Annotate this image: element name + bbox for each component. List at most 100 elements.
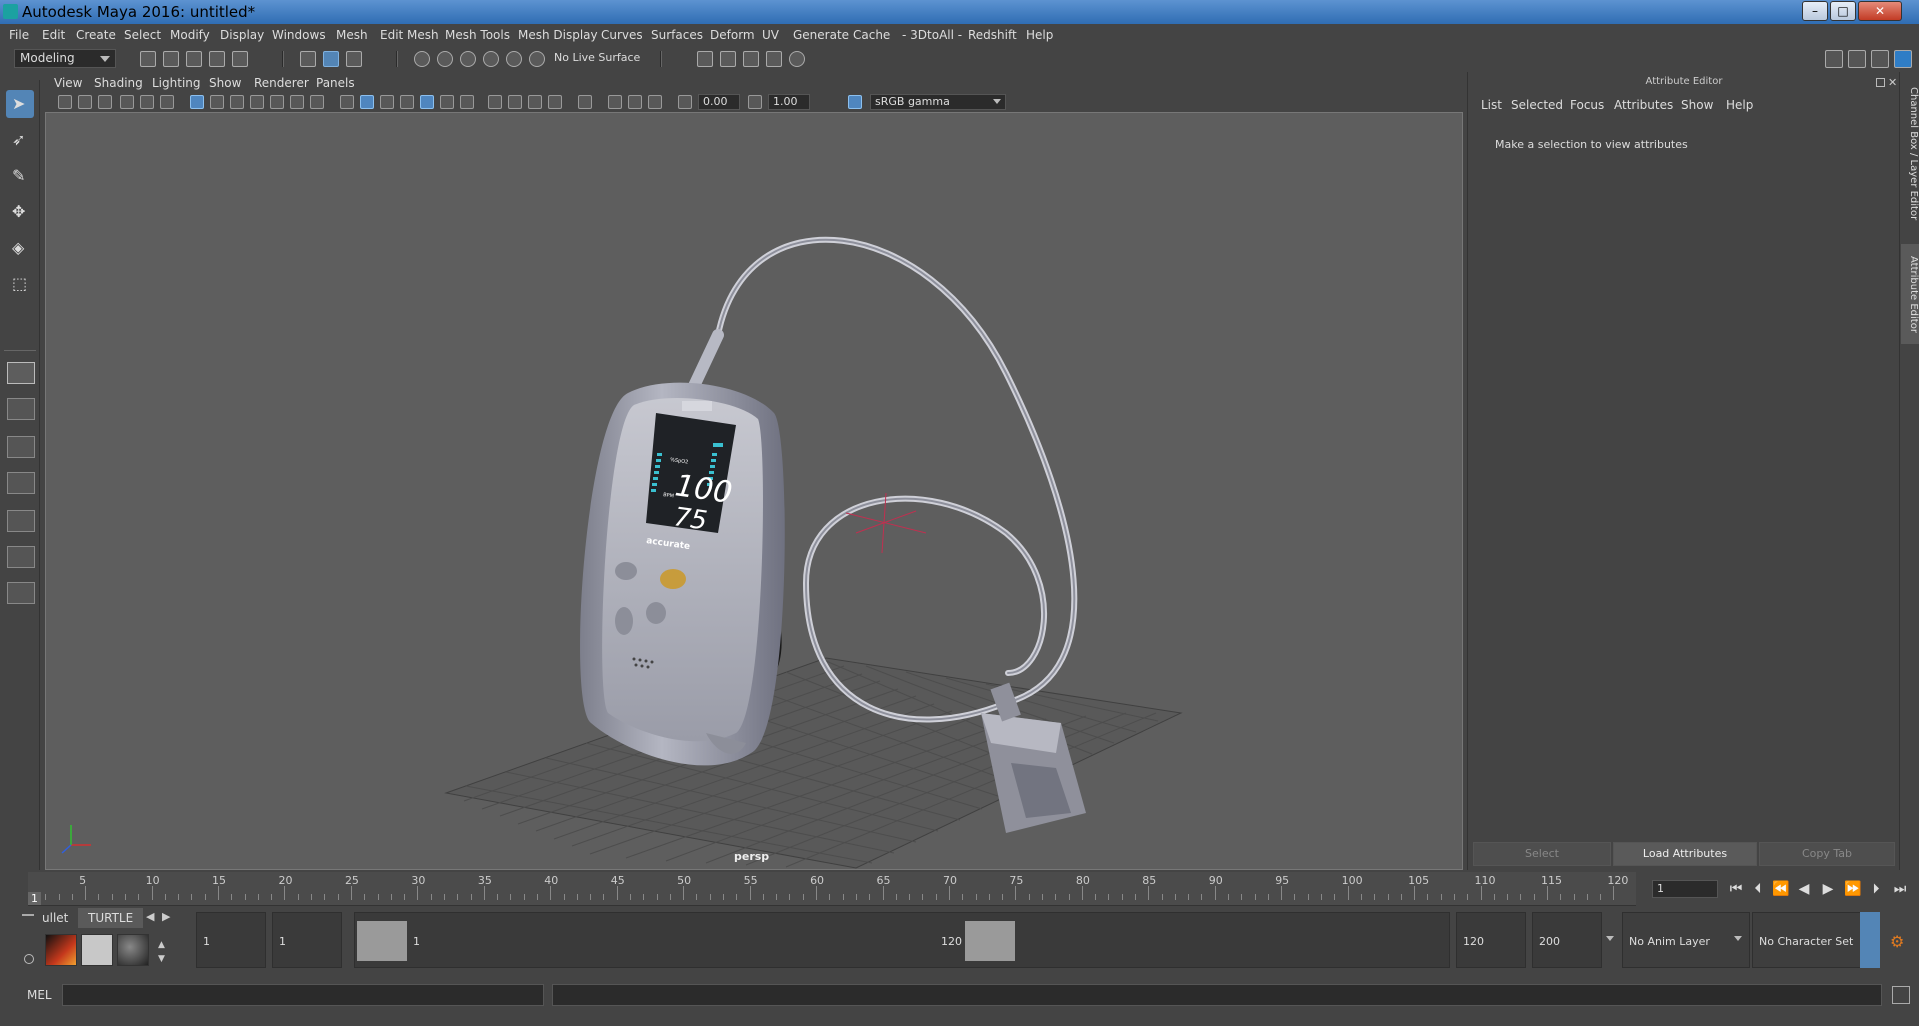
playback-end-field[interactable]: 120 [1456, 912, 1526, 968]
view-transform-dropdown[interactable]: sRGB gamma [870, 94, 1006, 110]
outliner-persp-layout-button[interactable] [7, 510, 35, 532]
open-scene-icon[interactable] [163, 51, 179, 67]
undo-icon[interactable] [209, 51, 225, 67]
bookmark-icon[interactable] [98, 95, 112, 109]
anim-layer-dropdown[interactable]: No Anim Layer [1622, 912, 1750, 968]
exposure-field[interactable]: 0.00 [698, 94, 740, 110]
close-icon[interactable]: ✕ [1888, 77, 1897, 88]
ambient-occlusion-icon[interactable] [488, 95, 502, 109]
two-d-pan-zoom-icon[interactable] [140, 95, 154, 109]
scale-tool[interactable]: ⬚ [6, 270, 34, 298]
hypershade-icon[interactable] [789, 51, 805, 67]
menu-cache[interactable]: Cache [853, 28, 890, 42]
resolution-gate-icon[interactable] [230, 95, 244, 109]
menu-create[interactable]: Create [76, 28, 116, 42]
new-scene-icon[interactable] [140, 51, 156, 67]
tab-attribute-editor[interactable]: Attribute Editor [1901, 244, 1919, 344]
menu-edit-mesh[interactable]: Edit Mesh [380, 28, 439, 42]
render-frame-icon[interactable] [720, 51, 736, 67]
persp-graph-layout-button[interactable] [7, 472, 35, 494]
snap-to-curve-icon[interactable] [437, 51, 453, 67]
shelf-scroll-right-icon[interactable]: ▶ [162, 910, 170, 923]
panel-menu-panels[interactable]: Panels [316, 76, 355, 90]
smooth-shade-icon[interactable] [360, 95, 374, 109]
color-management-toggle-icon[interactable] [848, 95, 862, 109]
chevron-down-icon[interactable] [1734, 936, 1742, 941]
script-editor-icon[interactable] [1892, 986, 1910, 1004]
select-by-component-icon[interactable] [346, 51, 362, 67]
grease-pencil-icon[interactable] [160, 95, 174, 109]
ae-menu-selected[interactable]: Selected [1511, 98, 1563, 112]
load-attributes-button[interactable]: Load Attributes [1613, 842, 1757, 866]
chevron-down-icon[interactable] [1606, 936, 1614, 941]
animation-start-field[interactable]: 1 [196, 912, 266, 968]
menu-mesh-tools[interactable]: Mesh Tools [445, 28, 510, 42]
menu-set-dropdown[interactable]: Modeling [14, 49, 116, 68]
minimize-button[interactable]: – [1802, 1, 1828, 21]
hypershade-persp-layout-button[interactable] [7, 546, 35, 568]
time-slider-track[interactable]: 5 10 15 20 25 30 35 40 45 50 55 60 65 70 75 80 85 90 95 100… [28, 872, 1636, 906]
step-forward-frame-icon[interactable]: ⏵ [1868, 881, 1884, 897]
go-to-end-icon[interactable]: ⏭ [1892, 881, 1908, 897]
modeling-toolkit-icon[interactable] [1825, 50, 1843, 68]
film-gate-icon[interactable] [210, 95, 224, 109]
shelf-settings-icon[interactable] [24, 954, 34, 964]
shelf-scroll-down-icon[interactable]: ▼ [158, 954, 165, 964]
shelf-tab-turtle[interactable]: TURTLE [78, 908, 144, 928]
panel-menu-shading[interactable]: Shading [94, 76, 143, 90]
tab-channel-box[interactable]: Channel Box / Layer Editor [1901, 84, 1919, 224]
menu-redshift[interactable]: Redshift [968, 28, 1017, 42]
ae-menu-focus[interactable]: Focus [1570, 98, 1604, 112]
xray-joints-icon[interactable] [608, 95, 622, 109]
time-slider[interactable]: 5 10 15 20 25 30 35 40 45 50 55 60 65 70 75 80 85 90 95 100… [0, 872, 1919, 906]
menu-deform[interactable]: Deform [710, 28, 755, 42]
menu-file[interactable]: File [9, 28, 29, 42]
gamma-field[interactable]: 1.00 [768, 94, 810, 110]
wireframe-on-shaded-icon[interactable] [380, 95, 394, 109]
image-plane-icon[interactable] [120, 95, 134, 109]
step-back-key-icon[interactable]: ⏪ [1772, 881, 1789, 897]
menu-mesh[interactable]: Mesh [336, 28, 368, 42]
menu-display[interactable]: Display [220, 28, 264, 42]
xray-icon[interactable] [400, 95, 414, 109]
redo-icon[interactable] [232, 51, 248, 67]
single-perspective-layout-button[interactable] [7, 362, 35, 384]
grid-toggle-icon[interactable] [190, 95, 204, 109]
turtle-material-icon[interactable] [117, 934, 149, 966]
command-input[interactable] [62, 984, 544, 1006]
menu-windows[interactable]: Windows [272, 28, 326, 42]
close-button[interactable]: ✕ [1858, 1, 1902, 21]
range-end-handle[interactable] [965, 921, 1015, 961]
panel-menu-lighting[interactable]: Lighting [152, 76, 201, 90]
menu-curves[interactable]: Curves [601, 28, 643, 42]
menu-modify[interactable]: Modify [170, 28, 210, 42]
menu-help[interactable]: Help [1026, 28, 1053, 42]
range-start-handle[interactable] [357, 921, 407, 961]
play-backwards-icon[interactable]: ◀ [1796, 881, 1812, 897]
maximize-button[interactable]: □ [1830, 1, 1856, 21]
menu-uv[interactable]: UV [762, 28, 779, 42]
ae-menu-help[interactable]: Help [1726, 98, 1753, 112]
render-settings-icon[interactable] [766, 51, 782, 67]
persp-outliner-layout-button[interactable] [7, 436, 35, 458]
custom-layout-button[interactable] [7, 582, 35, 604]
snap-to-grid-icon[interactable] [414, 51, 430, 67]
menu-3dtoall[interactable]: - 3DtoAll - [902, 28, 962, 42]
current-frame-field[interactable]: 1 [1652, 880, 1718, 898]
menu-edit[interactable]: Edit [42, 28, 65, 42]
select-button[interactable]: Select [1473, 842, 1611, 866]
turtle-render-icon[interactable] [45, 934, 77, 966]
float-panel-icon[interactable] [1876, 78, 1885, 87]
menu-generate[interactable]: Generate [793, 28, 849, 42]
safe-action-icon[interactable] [290, 95, 304, 109]
shelf-scroll-left-icon[interactable]: ◀ [146, 910, 154, 923]
move-tool[interactable]: ✥ [6, 198, 34, 226]
animation-end-field[interactable]: 200 [1532, 912, 1602, 968]
select-by-hierarchy-icon[interactable] [300, 51, 316, 67]
ae-menu-list[interactable]: List [1481, 98, 1502, 112]
menu-mesh-display[interactable]: Mesh Display [518, 28, 598, 42]
use-all-lights-icon[interactable] [440, 95, 454, 109]
wireframe-icon[interactable] [340, 95, 354, 109]
step-forward-key-icon[interactable]: ⏩ [1844, 881, 1861, 897]
make-live-icon[interactable] [529, 51, 545, 67]
